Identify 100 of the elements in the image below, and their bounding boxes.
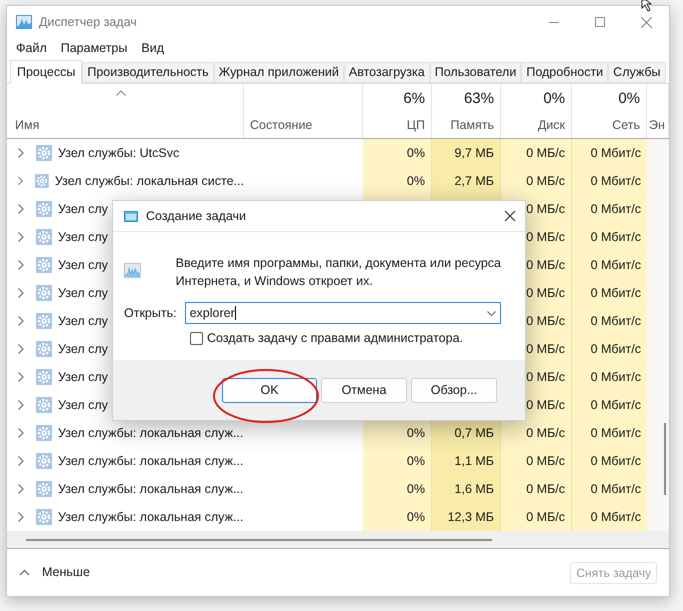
tab[interactable]: Журнал приложений (214, 62, 344, 83)
table-cell-text: 0 МБ/с (526, 284, 565, 302)
command-combobox[interactable]: explorer (184, 302, 501, 324)
tab[interactable]: Процессы (10, 60, 82, 84)
table-cell-text: 0 МБ/с (526, 340, 565, 358)
expand-chevron-icon[interactable] (18, 288, 24, 298)
menu-item[interactable]: Вид (134, 38, 171, 58)
tab[interactable]: Производительность (82, 62, 214, 83)
column-total: 63% (464, 88, 494, 109)
table-cell-text: 0 МБ/с (526, 228, 565, 246)
table-cell-text: 0 Мбит/с (590, 312, 641, 330)
expand-chevron-icon[interactable] (18, 344, 24, 354)
table-cell-text: 0 МБ/с (526, 312, 565, 330)
column-header[interactable]: Эн (649, 116, 665, 135)
dialog-button[interactable]: Отмена (321, 378, 407, 402)
expand-chevron-icon[interactable] (18, 204, 24, 214)
expand-chevron-icon[interactable] (18, 232, 24, 242)
dialog-message: Интернета, и Windows откроет их. (176, 273, 374, 290)
column-header[interactable]: Состояние (250, 116, 312, 135)
table-cell-text: 0 Мбит/с (590, 200, 641, 218)
process-name: Узел службы: локальная служ... (58, 452, 244, 470)
maximize-icon[interactable] (595, 17, 605, 27)
table-cell-text: 0 МБ/с (526, 424, 565, 442)
process-name: Узел службы: локальная служ... (58, 424, 244, 442)
sort-chevron-icon[interactable] (116, 90, 126, 96)
table-cell-text: 0 Мбит/с (590, 228, 641, 246)
table-cell-text: 0 МБ/с (526, 368, 565, 386)
process-name: Узел службы: локальная систе... (54, 172, 244, 190)
column-header[interactable]: Сеть (612, 116, 640, 135)
table-cell-text: 0 Мбит/с (590, 396, 641, 414)
vertical-scrollbar[interactable] (647, 139, 669, 531)
process-name: Узел слу (58, 284, 108, 302)
column-header[interactable]: Имя (15, 116, 40, 135)
tab[interactable]: Подробности (521, 62, 608, 83)
table-cell-text: 0 Мбит/с (590, 368, 641, 386)
table-cell-text: 0 Мбит/с (590, 452, 641, 470)
table-cell-text: 0% (406, 452, 425, 470)
expand-chevron-icon[interactable] (18, 428, 24, 438)
chart-icon (16, 15, 32, 29)
admin-checkbox-label: Создать задачу с правами администратора. (207, 330, 463, 347)
dialog-message: Введите имя программы, папки, документа или ресурса (176, 255, 501, 272)
expand-chevron-icon[interactable] (18, 372, 24, 382)
expand-chevron-icon[interactable] (18, 400, 24, 410)
table-cell-text: 0,7 МБ (454, 424, 494, 442)
tab[interactable]: Службы (608, 62, 666, 83)
gear-icon (36, 285, 52, 301)
column-total: 0% (543, 88, 565, 109)
dropdown-chevron-icon[interactable] (487, 310, 496, 316)
process-name: Узел слу (58, 396, 108, 414)
expand-chevron-icon[interactable] (18, 484, 24, 494)
table-cell-text: 0 МБ/с (526, 480, 565, 498)
gear-icon (35, 173, 49, 189)
table-cell-text: 0 МБ/с (526, 452, 565, 470)
table-cell-text: 0 Мбит/с (590, 424, 641, 442)
window-title: Диспетчер задач (39, 14, 137, 31)
chevron-up-icon[interactable] (19, 569, 30, 576)
table-cell-text: 0 МБ/с (526, 200, 565, 218)
gear-icon (36, 145, 52, 161)
table-cell-text: 0% (406, 424, 425, 442)
gear-icon (36, 397, 52, 413)
expand-chevron-icon[interactable] (18, 456, 24, 466)
table-cell-text: 0 МБ/с (526, 172, 565, 190)
tab[interactable]: Автозагрузка (344, 62, 430, 83)
admin-checkbox[interactable] (190, 332, 203, 345)
dialog-button[interactable]: Обзор... (411, 378, 497, 402)
table-cell-text: 1,1 МБ (454, 452, 494, 470)
close-icon[interactable] (504, 210, 516, 222)
expand-chevron-icon[interactable] (18, 512, 24, 522)
open-label: Открыть: (124, 304, 177, 322)
table-cell-text: 0 Мбит/с (590, 144, 641, 162)
process-name: Узел слу (58, 340, 108, 358)
expand-chevron-icon[interactable] (18, 176, 24, 186)
table-cell-text: 0 Мбит/с (590, 172, 641, 190)
gear-icon (36, 201, 52, 217)
process-name: Узел службы: локальная служ... (58, 508, 244, 526)
table-cell-text: 2,7 МБ (454, 172, 494, 190)
process-name: Узел слу (58, 368, 108, 386)
column-header[interactable]: Память (450, 116, 494, 135)
expand-chevron-icon[interactable] (18, 316, 24, 326)
gear-icon (36, 425, 52, 441)
menu-item[interactable]: Файл (9, 38, 54, 58)
process-name: Узел слу (58, 200, 108, 218)
expand-chevron-icon[interactable] (18, 260, 24, 270)
menu-item[interactable]: Параметры (54, 38, 134, 58)
tab[interactable]: Пользователи (430, 62, 522, 83)
window-icon (124, 210, 138, 222)
column-header[interactable]: ЦП (406, 116, 425, 135)
table-cell-text: 0 МБ/с (526, 256, 565, 274)
gear-icon (36, 229, 52, 245)
column-header[interactable]: Диск (538, 116, 565, 135)
process-name: Узел службы: UtcSvc (58, 144, 180, 162)
dialog-title: Создание задачи (146, 208, 246, 225)
dialog-button[interactable]: OK (222, 378, 317, 402)
fewer-details-link[interactable]: Меньше (42, 563, 90, 582)
table-cell-text: 12,3 МБ (448, 508, 494, 526)
horizontal-scrollbar[interactable] (7, 531, 669, 549)
column-total: 0% (618, 88, 640, 109)
table-cell-text: 0 Мбит/с (590, 508, 641, 526)
expand-chevron-icon[interactable] (18, 148, 24, 158)
table-cell-text: 0 МБ/с (526, 144, 565, 162)
